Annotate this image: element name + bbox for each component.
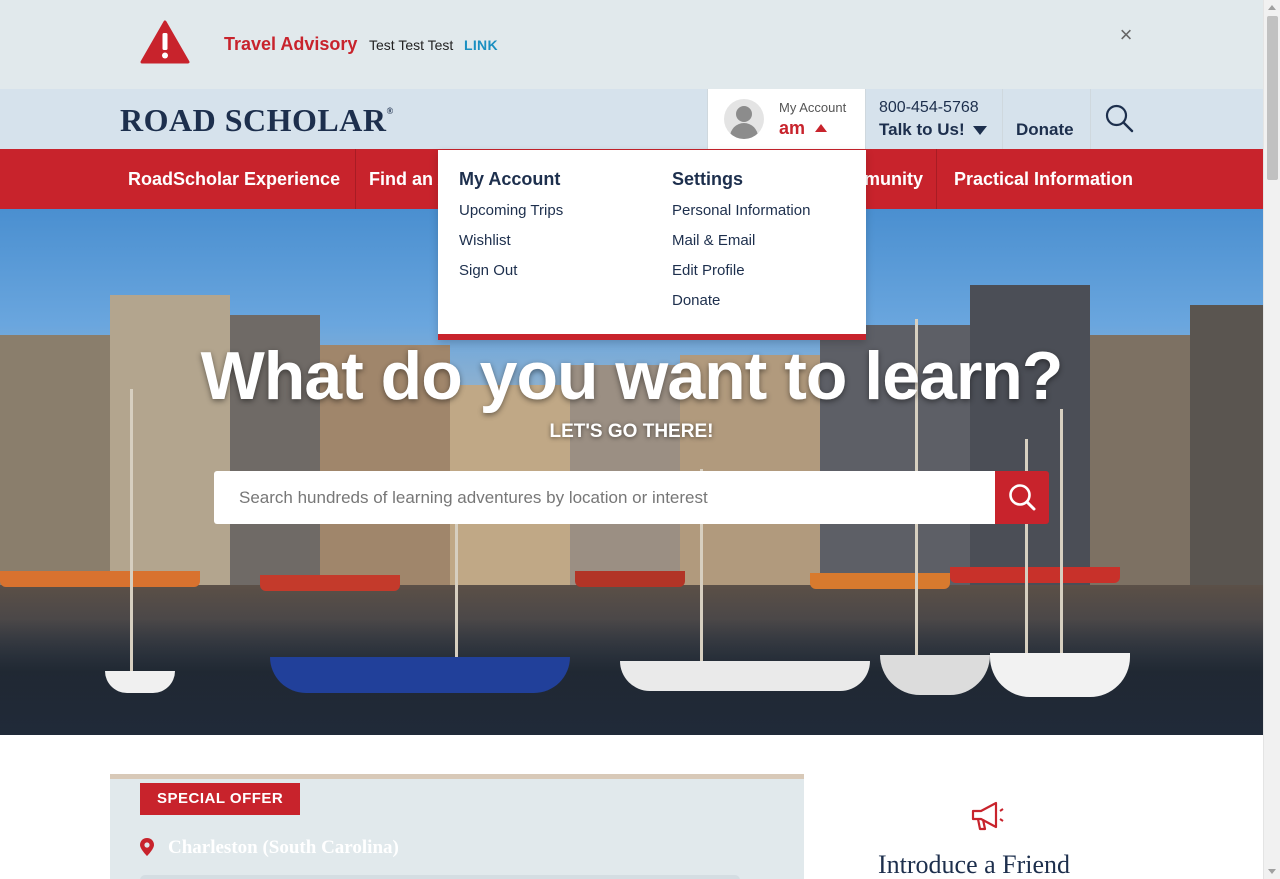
logo-text: ROAD SCHOLAR — [120, 102, 387, 138]
special-offer-badge: SPECIAL OFFER — [140, 783, 301, 815]
location-pin-icon — [140, 838, 154, 856]
dropdown-link-sign-out[interactable]: Sign Out — [459, 262, 563, 292]
dropdown-link-personal-information[interactable]: Personal Information — [672, 202, 810, 232]
road-scholar-logo[interactable]: ROAD SCHOLAR® — [120, 102, 394, 139]
talk-to-us-toggle[interactable]: 800-454-5768 Talk to Us! — [867, 89, 1003, 149]
megaphone-icon — [971, 801, 1004, 831]
donate-label: Donate — [1016, 120, 1074, 139]
dropdown-link-edit-profile[interactable]: Edit Profile — [672, 262, 810, 292]
account-username: am — [779, 118, 806, 138]
hero-heading: What do you want to learn? — [200, 338, 1064, 414]
page-scrollbar[interactable] — [1263, 0, 1280, 879]
hero-tagline: LET'S GO THERE! — [549, 421, 714, 442]
scroll-down-icon[interactable] — [1268, 869, 1276, 874]
nav-item-roadscholar-experience[interactable]: RoadScholar Experience — [128, 149, 340, 209]
hero-search-input[interactable] — [214, 471, 995, 524]
account-dropdown-menu: My Account Upcoming Trips Wishlist Sign … — [438, 150, 866, 340]
hero-search-button[interactable] — [995, 471, 1049, 524]
site-header: ROAD SCHOLAR® My Account am 800-454-5768… — [0, 89, 1263, 149]
advisory-title: Travel Advisory — [224, 34, 358, 54]
offer-location: Charleston (South Carolina) — [168, 837, 399, 858]
nav-item-practical-information[interactable]: Practical Information — [954, 149, 1133, 209]
logo-registered-mark: ® — [386, 106, 394, 116]
dropdown-settings-heading: Settings — [672, 169, 744, 189]
phone-number: 800-454-5768 — [879, 99, 979, 116]
introduce-friend-section[interactable]: Introduce a Friend — [870, 800, 1110, 879]
special-offer-card[interactable]: SPECIAL OFFER Charleston (South Carolina… — [110, 774, 804, 879]
search-icon[interactable] — [1104, 103, 1134, 133]
dropdown-account-heading: My Account — [459, 169, 561, 189]
my-account-toggle[interactable]: My Account am — [707, 89, 866, 149]
account-label: My Account — [779, 100, 847, 115]
close-icon[interactable]: × — [1116, 24, 1136, 46]
warning-icon — [140, 20, 190, 64]
scroll-up-icon[interactable] — [1268, 5, 1276, 10]
scrollbar-thumb[interactable] — [1267, 16, 1278, 180]
dropdown-link-wishlist[interactable]: Wishlist — [459, 232, 563, 262]
dropdown-settings-column: Settings Personal Information Mail & Ema… — [672, 169, 810, 322]
advisory-link[interactable]: LINK — [464, 37, 498, 53]
talk-to-us-label: Talk to Us! — [879, 120, 965, 139]
offer-title-placeholder — [140, 875, 740, 879]
caret-down-icon — [973, 126, 987, 135]
donate-header-link[interactable]: Donate — [1003, 89, 1091, 149]
dropdown-link-mail-email[interactable]: Mail & Email — [672, 232, 810, 262]
introduce-friend-title: Introduce a Friend — [878, 850, 1071, 879]
travel-advisory-bar: Travel Advisory Test Test Test LINK × — [0, 0, 1263, 89]
dropdown-account-column: My Account Upcoming Trips Wishlist Sign … — [459, 169, 563, 292]
search-icon — [1009, 484, 1036, 511]
avatar — [724, 99, 764, 139]
advisory-text: Test Test Test — [369, 37, 454, 53]
dropdown-link-donate[interactable]: Donate — [672, 292, 810, 322]
caret-up-icon — [815, 124, 827, 132]
dropdown-link-upcoming-trips[interactable]: Upcoming Trips — [459, 202, 563, 232]
